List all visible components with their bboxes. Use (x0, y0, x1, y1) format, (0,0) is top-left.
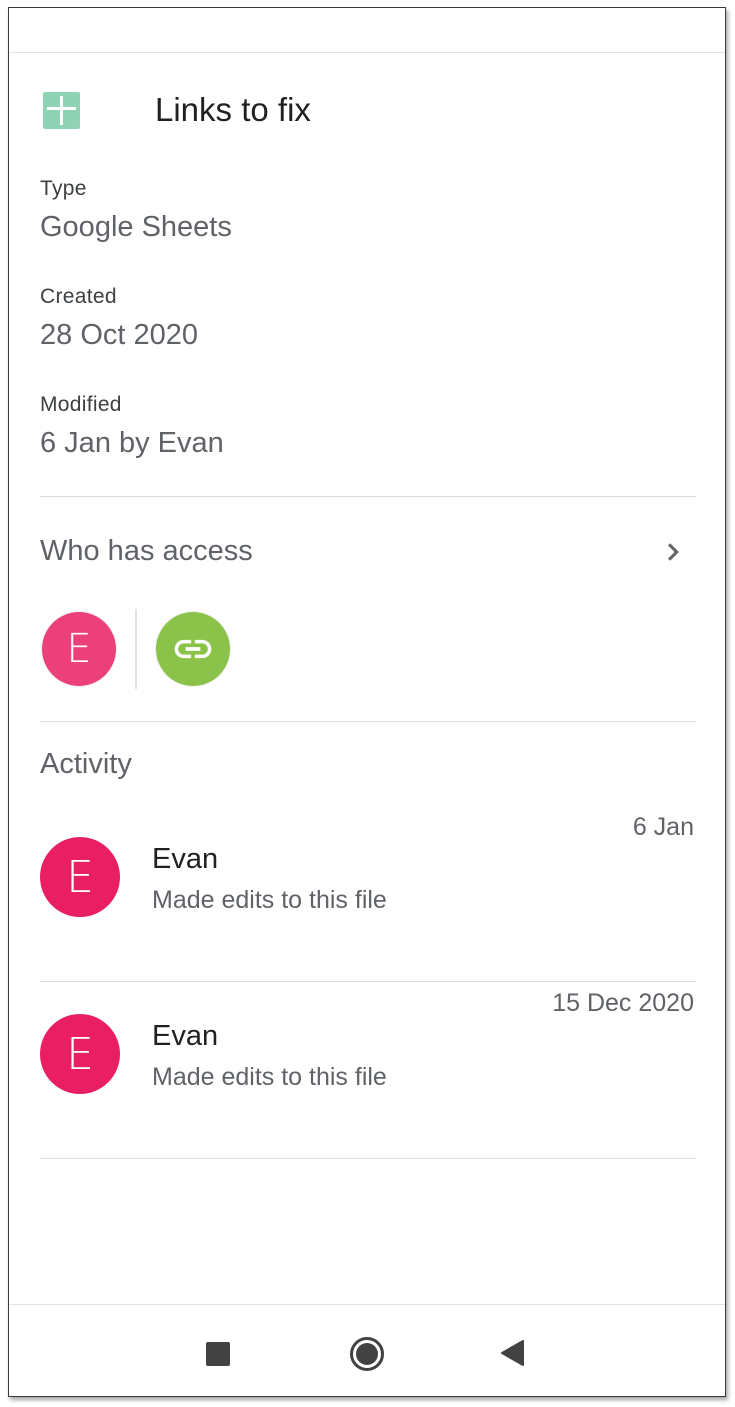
activity-avatar: E (40, 837, 120, 917)
type-label: Type (40, 177, 87, 200)
activity-description: Made edits to this file (152, 886, 387, 914)
activity-date: 15 Dec 2020 (552, 989, 694, 1017)
type-value: Google Sheets (40, 211, 232, 243)
activity-title: Activity (40, 748, 132, 780)
status-bar (9, 8, 725, 53)
activity-description: Made edits to this file (152, 1063, 387, 1091)
link-sharing-avatar[interactable] (156, 612, 230, 686)
file-title: Links to fix (155, 91, 311, 128)
activity-user-name: Evan (152, 1020, 219, 1052)
activity-user-name: Evan (152, 843, 219, 875)
circle-home-icon[interactable] (349, 1336, 385, 1372)
created-value: 28 Oct 2020 (40, 319, 198, 351)
file-header: Links to fix (43, 90, 311, 130)
divider (40, 721, 696, 722)
divider (40, 1158, 696, 1159)
square-recents-icon[interactable] (206, 1342, 230, 1366)
device-frame: Links to fix Type Google Sheets Created … (8, 7, 726, 1397)
activity-avatar: E (40, 1014, 120, 1094)
created-label: Created (40, 285, 117, 308)
chevron-right-icon[interactable] (659, 538, 687, 566)
divider (40, 496, 696, 497)
activity-date: 6 Jan (632, 813, 694, 841)
divider (40, 981, 696, 982)
modified-label: Modified (40, 393, 122, 416)
modified-value: 6 Jan by Evan (40, 427, 224, 459)
access-user-avatar[interactable]: E (42, 612, 116, 686)
triangle-back-icon[interactable] (499, 1338, 527, 1368)
who-has-access-row[interactable]: Who has access (40, 535, 253, 568)
link-icon (174, 639, 212, 659)
google-sheets-icon (43, 91, 80, 129)
avatar-separator (135, 609, 137, 689)
